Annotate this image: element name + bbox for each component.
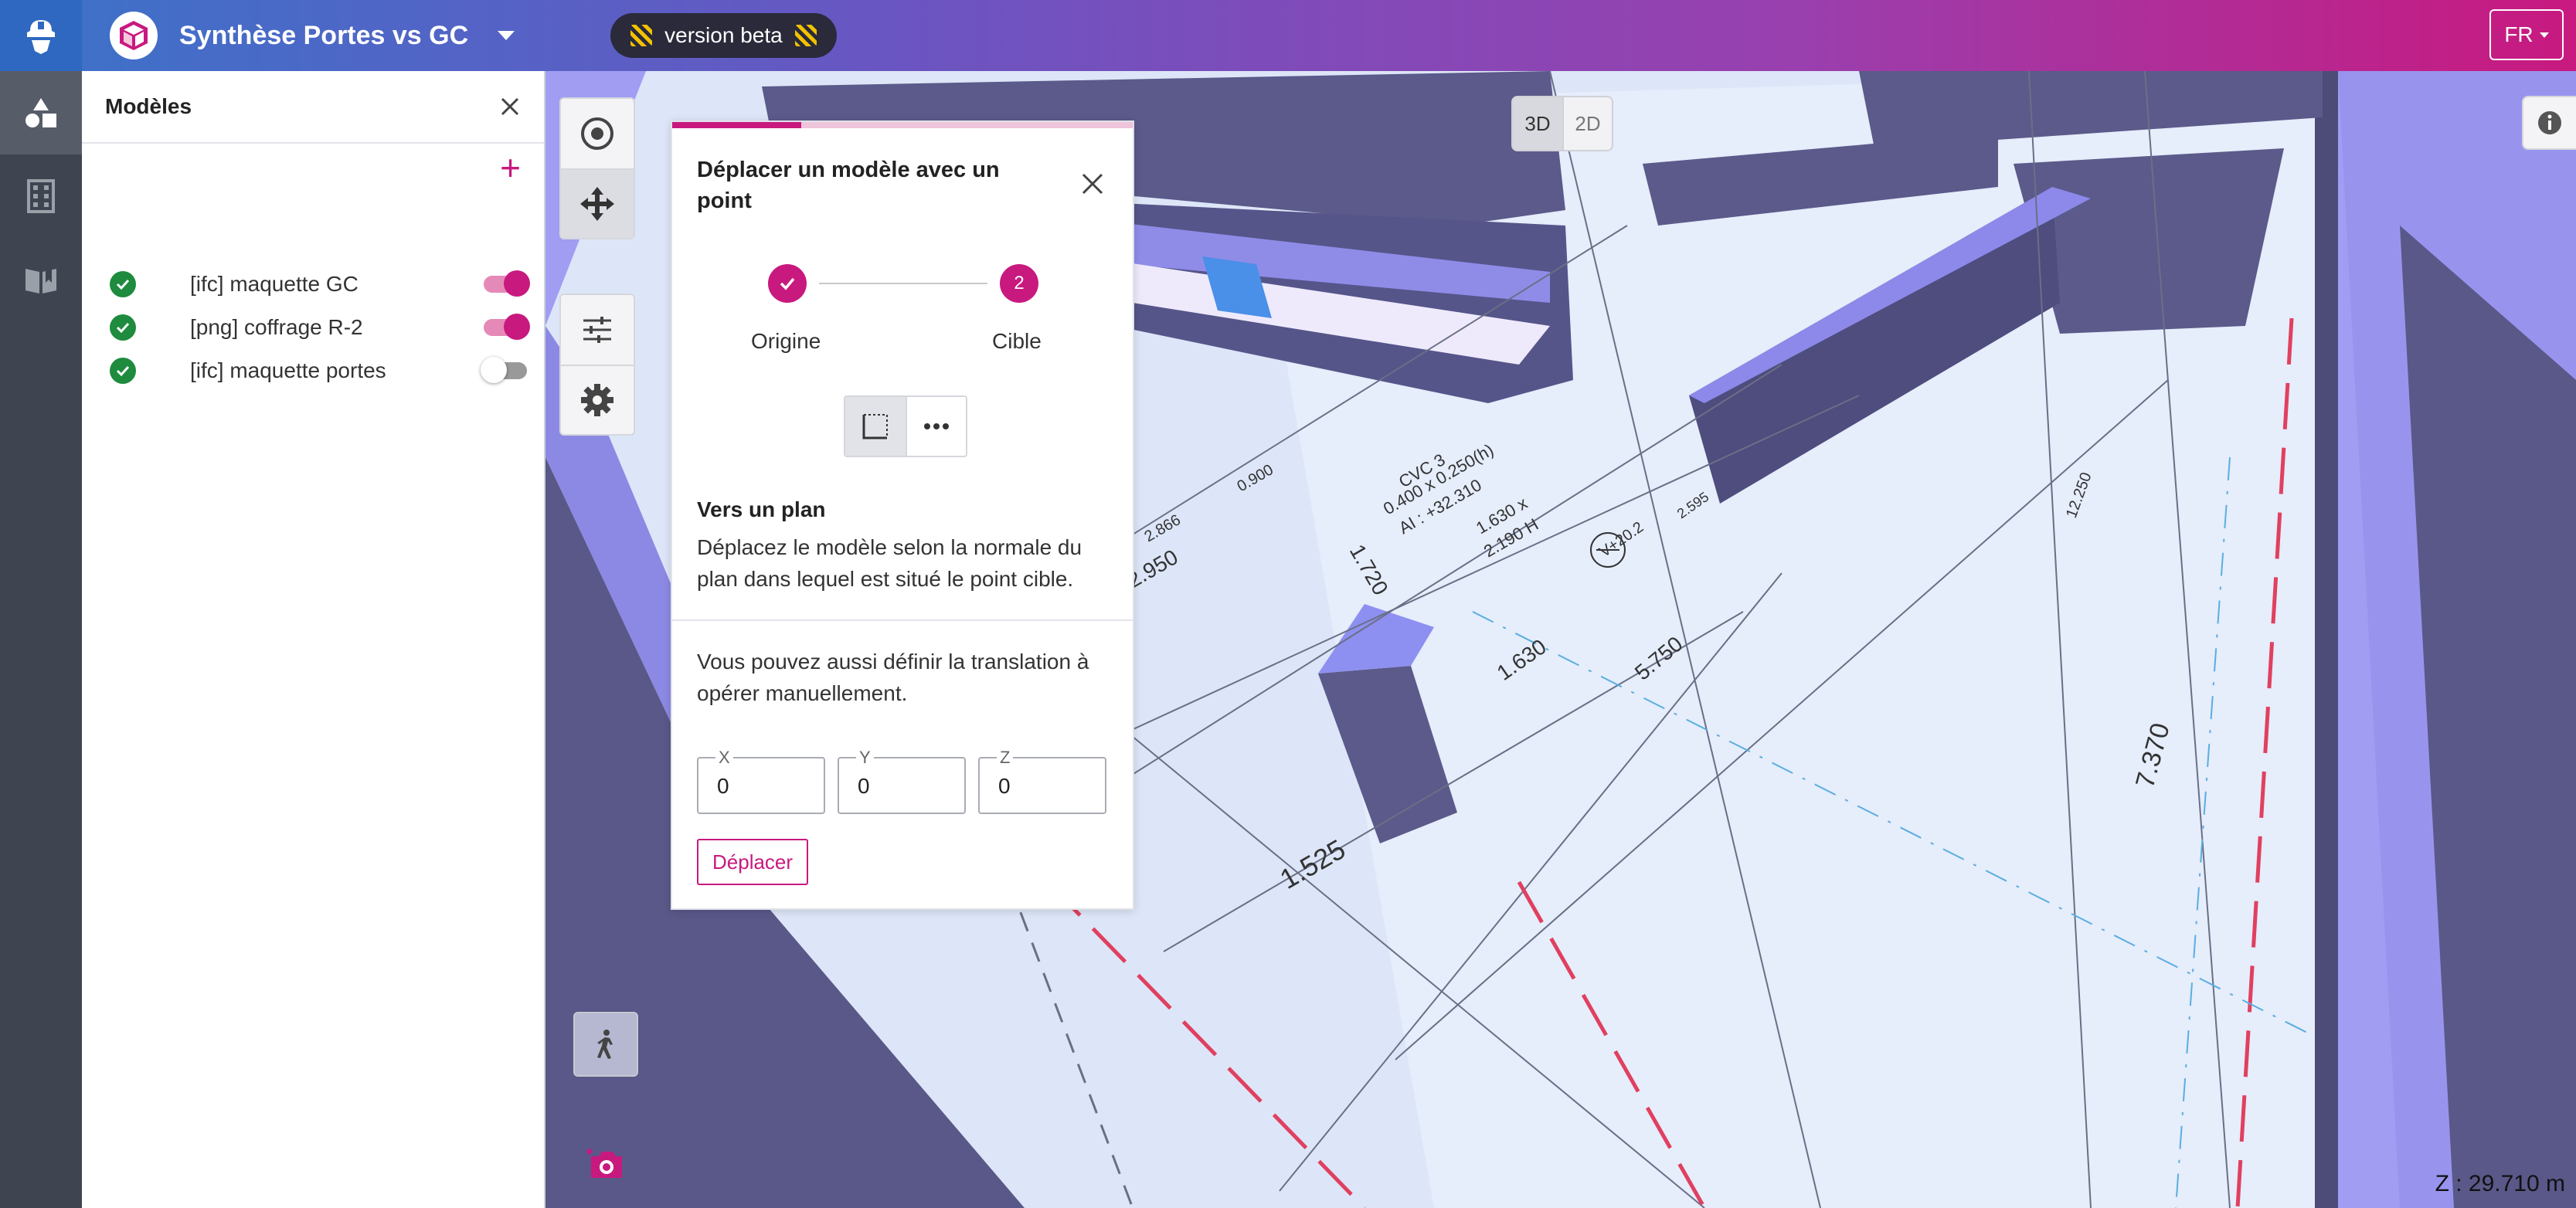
shapes-icon	[25, 98, 56, 127]
models-panel-header: Modèles	[82, 71, 544, 144]
move-model-dialog: Déplacer un modèle avec un point 2 Origi…	[671, 120, 1134, 910]
target-tool-button[interactable]	[561, 99, 634, 168]
filters-button[interactable]	[561, 295, 634, 365]
ellipsis-icon	[924, 423, 949, 429]
x-field-label: X	[715, 748, 733, 768]
pedestrian-icon	[597, 1030, 613, 1059]
close-icon[interactable]	[1080, 171, 1105, 196]
dialog-divider	[672, 619, 1133, 621]
sliders-icon	[583, 317, 611, 343]
walk-mode-button[interactable]	[573, 1012, 638, 1077]
move-tool-button[interactable]	[561, 168, 634, 238]
move-button[interactable]: Déplacer	[697, 839, 809, 885]
settings-button[interactable]	[561, 365, 634, 434]
bimdata-logo-icon	[27, 20, 55, 54]
models-panel: Modèles + [ifc] maquette GC [png] coffra…	[82, 71, 545, 1208]
hazard-stripe-icon	[794, 25, 817, 46]
project-title: Synthèse Portes vs GC	[179, 20, 469, 50]
model-visibility-toggle[interactable]	[484, 270, 530, 297]
app-logo[interactable]	[0, 0, 82, 71]
building-plan-icon	[27, 179, 55, 213]
manual-translation-text: Vous pouvez aussi définir la translation…	[697, 650, 1089, 705]
view-3d-button[interactable]: 3D	[1513, 97, 1562, 150]
add-model-button[interactable]: +	[500, 150, 521, 185]
step-origin-done[interactable]	[768, 264, 807, 303]
check-circle-icon	[110, 358, 136, 384]
models-panel-title: Modèles	[105, 94, 192, 118]
nav-item-storeys[interactable]	[0, 154, 82, 238]
project-dropdown-chevron-icon[interactable]	[498, 31, 515, 40]
gear-icon	[581, 384, 613, 416]
info-icon	[2538, 111, 2561, 134]
z-translation-field[interactable]: Z 0	[978, 748, 1106, 814]
project-icon	[110, 12, 158, 59]
check-circle-icon	[110, 271, 136, 297]
step-label-target: Cible	[992, 329, 1042, 353]
target-icon	[581, 117, 613, 150]
move-arrows-icon	[580, 187, 614, 221]
language-label: FR	[2504, 22, 2534, 46]
check-icon	[780, 277, 795, 290]
dialog-progress-bar	[672, 122, 1133, 128]
x-field-value[interactable]: 0	[717, 774, 729, 799]
plane-mode-button[interactable]	[845, 397, 906, 456]
top-bar: Synthèse Portes vs GC version beta FR	[0, 0, 2576, 71]
info-button[interactable]	[2522, 96, 2576, 150]
camera-plus-icon	[586, 1149, 622, 1178]
y-translation-field[interactable]: Y 0	[838, 748, 966, 814]
dialog-title: Déplacer un modèle avec un point	[697, 158, 1000, 213]
nav-item-models[interactable]	[0, 71, 82, 154]
section-title: Vers un plan	[697, 497, 826, 521]
model-visibility-toggle[interactable]	[484, 314, 530, 340]
model-row[interactable]: [ifc] maquette portes	[110, 355, 527, 386]
section-description: Déplacez le modèle selon la normale du p…	[697, 535, 1082, 591]
model-visibility-toggle[interactable]	[481, 357, 527, 383]
model-row[interactable]: [png] coffrage R-2	[110, 312, 530, 343]
chevron-down-icon	[2539, 32, 2549, 38]
step-label-origin: Origine	[751, 329, 821, 353]
screenshot-button[interactable]	[579, 1137, 634, 1191]
model-name: [png] coffrage R-2	[190, 315, 363, 339]
left-navigation	[0, 71, 82, 1208]
step-target-current[interactable]: 2	[1000, 264, 1038, 303]
z-field-value[interactable]: 0	[998, 774, 1011, 799]
hazard-stripe-icon	[630, 25, 653, 46]
beta-badge: version beta	[610, 13, 837, 58]
model-row[interactable]: [ifc] maquette GC	[110, 269, 530, 300]
language-selector[interactable]: FR	[2489, 9, 2564, 60]
cube-icon	[120, 21, 148, 50]
open-book-icon	[25, 266, 56, 294]
y-field-label: Y	[856, 748, 874, 768]
view-mode-toggle: 3D 2D	[1511, 96, 1613, 151]
settings-toolbar	[559, 294, 635, 436]
beta-label: version beta	[664, 23, 783, 47]
stepper-connector	[819, 283, 987, 284]
move-mode-selector	[844, 395, 967, 457]
plane-select-icon	[862, 414, 888, 439]
z-field-label: Z	[997, 748, 1014, 768]
y-field-value[interactable]: 0	[858, 774, 870, 799]
check-circle-icon	[110, 314, 136, 341]
transform-toolbar	[559, 97, 635, 239]
more-options-button[interactable]	[906, 397, 966, 456]
x-translation-field[interactable]: X 0	[697, 748, 825, 814]
view-2d-button[interactable]: 2D	[1562, 97, 1612, 150]
model-name: [ifc] maquette GC	[190, 272, 359, 296]
close-icon[interactable]	[499, 96, 521, 117]
model-name: [ifc] maquette portes	[190, 358, 386, 382]
z-coordinate-readout: Z : 29.710 m	[2435, 1171, 2565, 1196]
nav-item-documents[interactable]	[0, 238, 82, 321]
